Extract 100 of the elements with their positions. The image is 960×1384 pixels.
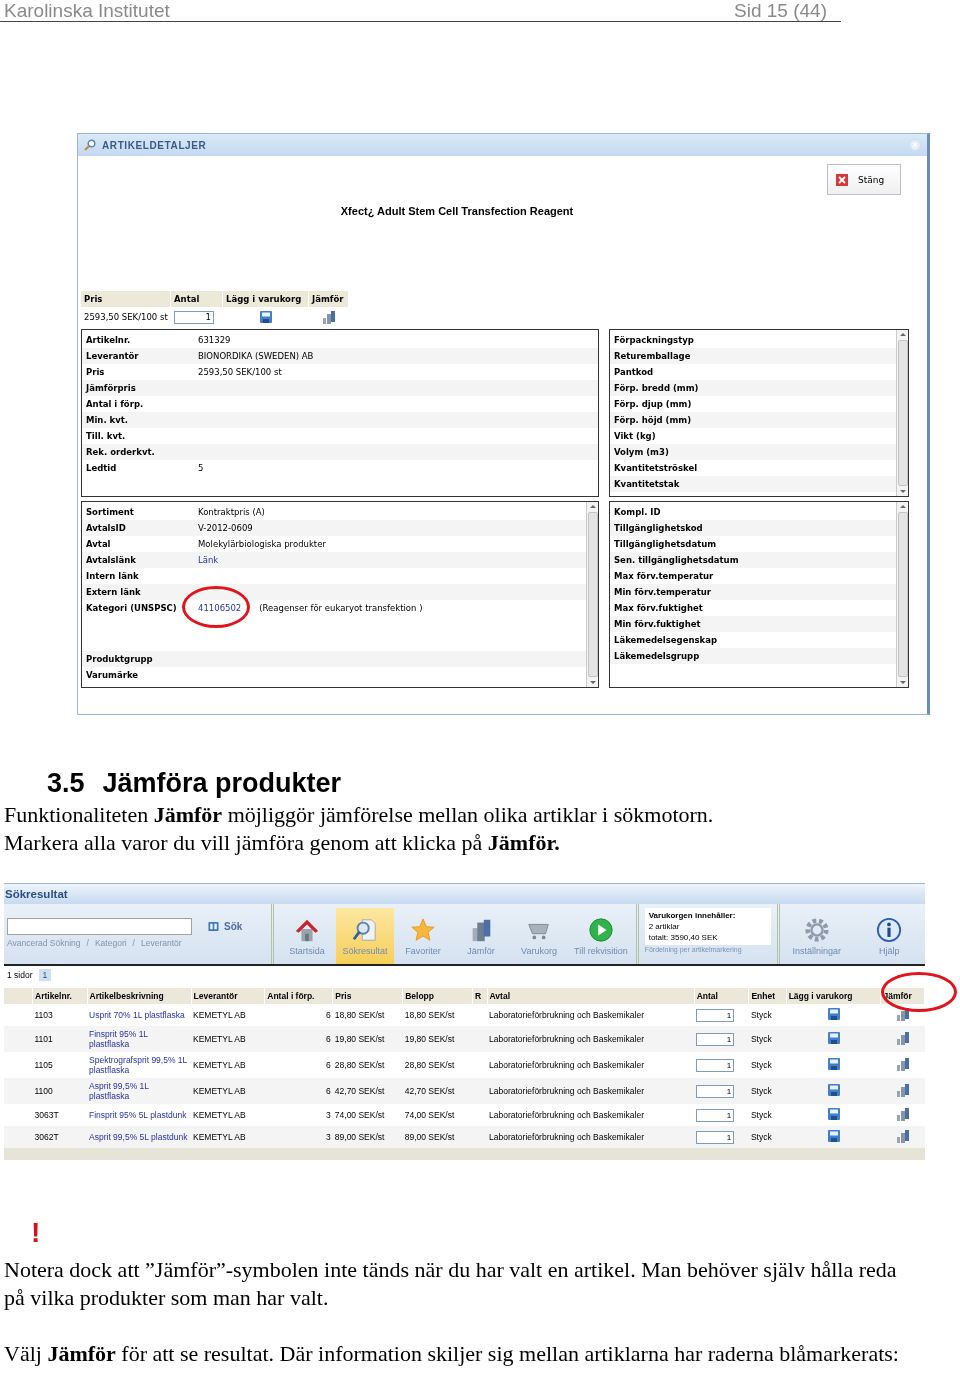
table-cell: Styck xyxy=(748,1104,787,1126)
table-cell: 3063T xyxy=(32,1104,88,1126)
save-icon[interactable] xyxy=(827,1058,840,1070)
table-cell: 1103 xyxy=(32,1004,88,1026)
window-title: ARTIKELDETALJER xyxy=(102,139,208,151)
table-cell: Styck xyxy=(748,1004,787,1026)
field-label: Intern länk xyxy=(86,571,140,581)
table-cell: Laboratorieförbrukning och Baskemikaler xyxy=(487,1004,695,1026)
table-cell: KEMETYL AB xyxy=(191,1078,265,1104)
close-icon xyxy=(836,173,848,186)
table-cell: 6 xyxy=(264,1026,333,1052)
field-label: Rek. orderkvt. xyxy=(86,447,156,457)
close-button[interactable]: Stäng xyxy=(827,164,901,195)
save-icon[interactable] xyxy=(827,1008,840,1020)
search-icon xyxy=(352,916,378,943)
quantity-field[interactable]: 1 xyxy=(696,1084,735,1098)
column-header: Lägg i varukorg xyxy=(786,988,881,1004)
field-label: Produktgrupp xyxy=(86,654,154,664)
scrollbar[interactable] xyxy=(586,502,598,687)
quantity-field[interactable]: 1 xyxy=(696,1108,735,1122)
cart-line: 2 artiklar xyxy=(648,921,681,932)
field-label: Volym (m3) xyxy=(614,447,670,457)
column-header: Pris xyxy=(81,291,171,307)
field-label: Pris xyxy=(86,367,106,377)
compare-icon[interactable] xyxy=(895,1031,910,1045)
compare-icon[interactable] xyxy=(322,310,336,324)
column-header: Antal xyxy=(171,291,223,307)
table-cell: 6 xyxy=(264,1004,333,1026)
product-link[interactable]: Usprit 70% 1L plastflaska xyxy=(89,1010,190,1020)
page-button[interactable]: 1 xyxy=(38,968,52,981)
page-count: 1 sidor xyxy=(7,969,33,980)
table-cell: 74,00 SEK/st xyxy=(402,1104,473,1126)
table-cell: 19,80 SEK/st xyxy=(402,1026,473,1052)
field-value: 5 xyxy=(198,463,204,473)
product-link[interactable]: Finsprit 95% 5L plastdunk xyxy=(89,1110,190,1120)
table-cell: Laboratorieförbrukning och Baskemikaler xyxy=(487,1126,695,1148)
field-label: Kategori (UNSPSC) xyxy=(86,603,178,613)
product-link[interactable]: Spektrografsprit 99,5% 1L plastflaska xyxy=(89,1055,190,1075)
save-icon[interactable] xyxy=(260,311,272,323)
quantity-field[interactable]: 1 xyxy=(174,310,214,324)
separator: / xyxy=(132,939,135,948)
search-icon xyxy=(84,139,96,151)
table-cell: Laboratorieförbrukning och Baskemikaler xyxy=(487,1104,695,1126)
compare-icon[interactable] xyxy=(895,1083,910,1097)
table-cell: 89,00 SEK/st xyxy=(402,1126,473,1148)
column-header: Artikelnr. xyxy=(32,988,88,1004)
quantity-field[interactable]: 1 xyxy=(696,1008,735,1022)
field-label: Min förv.temperatur xyxy=(614,587,712,597)
table-cell: 1105 xyxy=(32,1052,88,1078)
table-cell: 3062T xyxy=(32,1126,88,1148)
table-cell: 74,00 SEK/st xyxy=(332,1104,403,1126)
table-cell: Styck xyxy=(748,1126,787,1148)
paragraph: Markera alla varor du vill jämföra genom att klicka på Jämför. xyxy=(4,829,561,857)
field-label: Vikt (kg) xyxy=(614,431,657,441)
field-label: Kompl. ID xyxy=(614,507,662,517)
quantity-field[interactable]: 1 xyxy=(696,1058,735,1072)
field-label: Läkemedelsegenskap xyxy=(614,635,718,645)
search-button[interactable]: Sök xyxy=(208,921,243,932)
table-cell: 28,80 SEK/st xyxy=(402,1052,473,1078)
field-label: Avtal xyxy=(86,539,112,549)
scrollbar[interactable] xyxy=(896,330,908,496)
field-label: Läkemedelsgrupp xyxy=(614,651,701,661)
field-label: Min. kvt. xyxy=(86,415,130,425)
save-icon[interactable] xyxy=(827,1032,840,1044)
field-label: Förp. djup (mm) xyxy=(614,399,693,409)
field-label: Extern länk xyxy=(86,587,142,597)
field-label: Tillgänglighetskod xyxy=(614,523,704,533)
info-icon xyxy=(876,916,903,943)
field-value: Molekylärbiologiska produkter xyxy=(198,539,326,549)
save-icon[interactable] xyxy=(827,1084,840,1096)
quantity-field[interactable]: 1 xyxy=(696,1130,735,1144)
save-icon[interactable] xyxy=(827,1130,840,1142)
field-label: Antal i förp. xyxy=(86,399,145,409)
scrollbar[interactable] xyxy=(896,502,908,687)
field-label: Tillgänglighetsdatum xyxy=(614,539,718,549)
quantity-field[interactable]: 1 xyxy=(696,1032,735,1046)
compare-icon[interactable] xyxy=(895,1107,910,1121)
field-link[interactable]: Länk xyxy=(198,555,219,565)
compare-icon[interactable] xyxy=(895,1057,910,1071)
compare-icon[interactable] xyxy=(895,1129,910,1143)
table-cell: 3 xyxy=(264,1126,333,1148)
page-number: Sid 15 (44) xyxy=(734,0,827,21)
column-header: Antal xyxy=(694,988,749,1004)
table-cell: 42,70 SEK/st xyxy=(332,1078,403,1104)
column-header: Enhet xyxy=(748,988,787,1004)
separator: / xyxy=(86,939,89,948)
paragraph: Funktionaliteten Jämför möjliggör jämförelse mellan olika artiklar i sökmotorn. xyxy=(4,801,715,829)
table-cell: 3 xyxy=(264,1104,333,1126)
field-link[interactable]: 41106502 xyxy=(198,603,242,613)
section-title: Jämföra produkter xyxy=(102,767,342,800)
warning-mark: ! xyxy=(31,1218,42,1248)
search-field[interactable] xyxy=(7,918,192,935)
section-number: 3.5 xyxy=(47,767,85,800)
table-cell: 1101 xyxy=(32,1026,88,1052)
field-value: Kontraktpris (A) xyxy=(198,507,265,517)
table-cell: 28,80 SEK/st xyxy=(332,1052,403,1078)
table-cell: KEMETYL AB xyxy=(191,1026,265,1052)
field-label: Min förv.fuktighet xyxy=(614,619,702,629)
field-label: Varumärke xyxy=(86,670,140,680)
save-icon[interactable] xyxy=(827,1108,840,1120)
